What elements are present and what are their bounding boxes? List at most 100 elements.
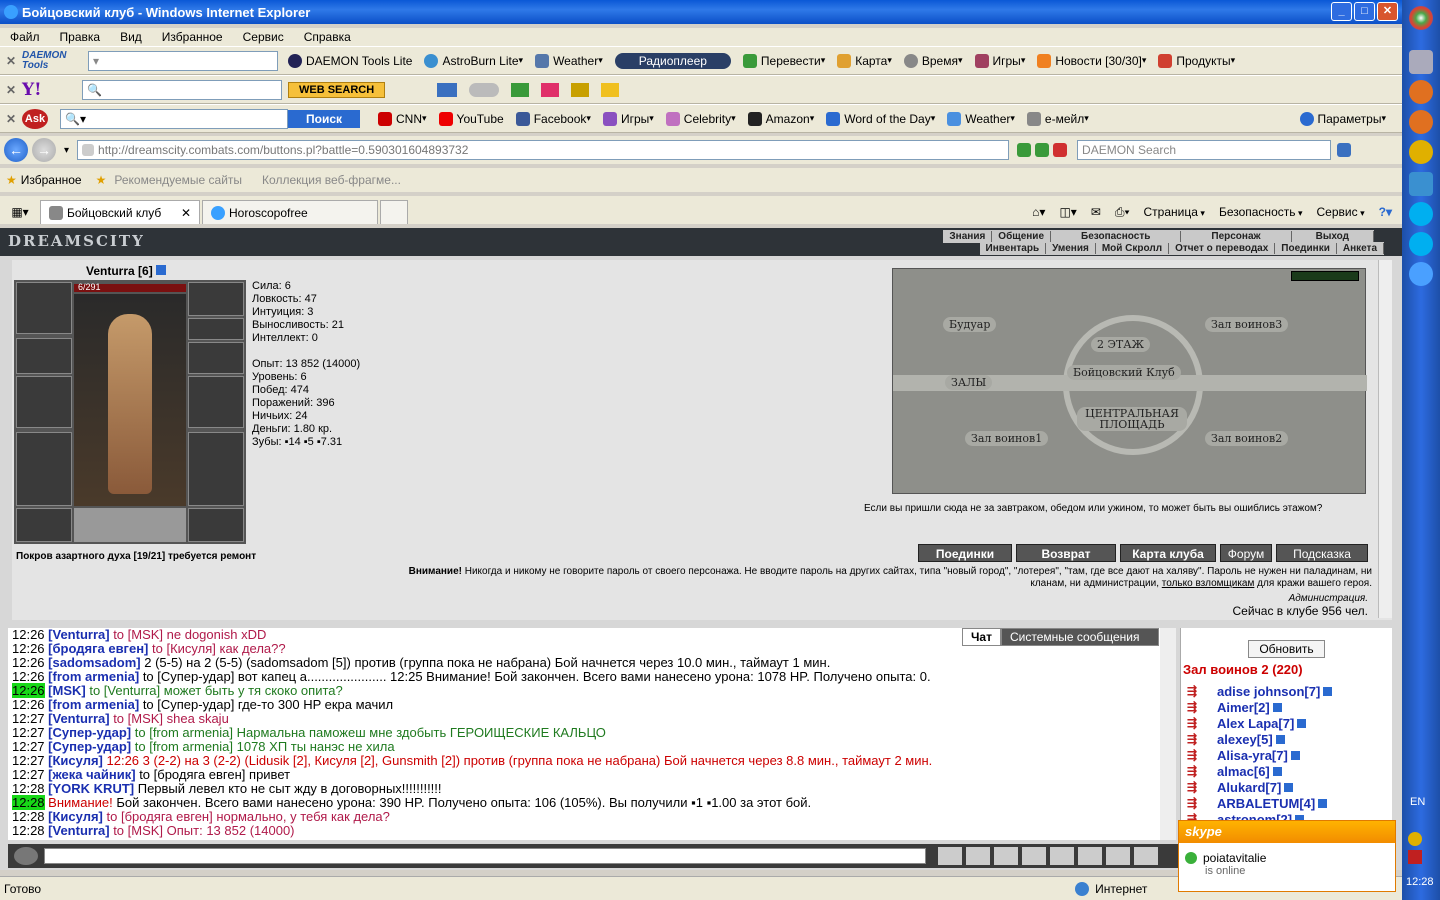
forum-button[interactable]: Форум	[1220, 544, 1272, 562]
tab-horoscope[interactable]: Horoscopofree	[202, 200, 378, 224]
info-icon[interactable]	[1297, 718, 1307, 728]
toolbar-time[interactable]: Время	[903, 53, 963, 68]
slot-runes[interactable]	[74, 508, 186, 542]
emoticon-icon[interactable]	[1134, 847, 1158, 865]
user-name[interactable]: Alex Lapa[7]	[1217, 716, 1294, 731]
toolbar-youtube[interactable]: YouTube	[438, 111, 504, 126]
chat-time[interactable]: 12:28	[12, 823, 45, 838]
fighter-icon[interactable]: ⇶	[1187, 716, 1209, 730]
toolbar-games-ask[interactable]: Игры	[602, 111, 654, 126]
feeds-icon[interactable]: ◫▾	[1059, 205, 1076, 219]
toolbar-products[interactable]: Продукты	[1158, 53, 1235, 68]
info-icon[interactable]	[1275, 734, 1285, 744]
eraser-icon[interactable]	[966, 847, 990, 865]
chat-time[interactable]: 12:27	[12, 725, 45, 740]
tab-system-messages[interactable]: Системные сообщения	[1000, 628, 1159, 646]
tray-smile-icon[interactable]	[1408, 832, 1422, 846]
chat-input[interactable]	[44, 848, 926, 864]
info-icon[interactable]	[1323, 686, 1333, 696]
chat-time[interactable]: 12:28	[12, 781, 45, 796]
toolbar-news[interactable]: Новости [30/30]	[1037, 53, 1146, 68]
slot-amulet[interactable]	[188, 282, 244, 316]
close-toolbar-icon[interactable]: ✕	[0, 112, 22, 126]
chat-nick[interactable]: [sadomsadom]	[48, 655, 140, 670]
chat-nick[interactable]: [Супер-удар]	[48, 725, 131, 740]
firefox-icon[interactable]	[1409, 110, 1433, 134]
chat-nick[interactable]: [from armenia]	[48, 669, 139, 684]
pencil-icon[interactable]	[571, 82, 590, 97]
print-icon[interactable]: ⎙▾	[1115, 205, 1130, 220]
menu-favorites[interactable]: Избранное	[162, 30, 223, 44]
user-name[interactable]: Alukard[7]	[1217, 780, 1281, 795]
chat-nick[interactable]: [from armenia]	[48, 697, 139, 712]
chat-time[interactable]: 12:27	[12, 753, 45, 768]
content-scrollbar[interactable]	[1378, 260, 1392, 618]
cmd-safety[interactable]: Безопасность	[1219, 205, 1303, 219]
user-list-item[interactable]: ⇶ Alex Lapa[7]	[1181, 715, 1392, 731]
send-icon[interactable]	[938, 847, 962, 865]
refresh-icon[interactable]	[1035, 143, 1050, 157]
nav-exit[interactable]: Выход	[1292, 231, 1374, 242]
slot-boots[interactable]	[188, 508, 244, 542]
ie-icon[interactable]	[1409, 262, 1433, 286]
new-tab-button[interactable]	[380, 200, 408, 224]
fav-recommended[interactable]: Рекомендуемые сайты	[114, 173, 242, 187]
toolbar-cnn[interactable]: CNN	[378, 111, 427, 126]
fighter-icon[interactable]: ⇶	[1187, 748, 1209, 762]
user-name[interactable]: Aimer[2]	[1217, 700, 1270, 715]
map-hall2[interactable]: Зал воинов2	[1205, 431, 1289, 446]
user-list-item[interactable]: ⇶ Alisa-yra[7]	[1181, 747, 1392, 763]
chat-time[interactable]: 12:26	[12, 655, 45, 670]
slot-belt[interactable]	[16, 508, 72, 542]
ask-search-button[interactable]: Поиск	[288, 109, 361, 128]
chat-nick[interactable]: [Кисуля]	[48, 809, 103, 824]
skype-icon[interactable]	[1409, 202, 1433, 226]
user-list-item[interactable]: ⇶ ARBALETUM[4]	[1181, 795, 1392, 811]
chat-nick[interactable]: [бродяга евген]	[48, 641, 148, 656]
fighter-icon[interactable]: ⇶	[1187, 764, 1209, 778]
slot-legs[interactable]	[188, 432, 244, 506]
chat-nick[interactable]: [YORK KRUT]	[48, 781, 134, 796]
chat-time[interactable]: 12:28	[12, 809, 45, 824]
user-name[interactable]: alexey[5]	[1217, 732, 1273, 747]
club-map[interactable]: Будуар Зал воинов3 2 ЭТАЖ Бойцовский Клу…	[892, 268, 1367, 494]
skype-notification[interactable]: skype poiatavitalie is online	[1178, 820, 1396, 892]
toolbar-map[interactable]: Карта	[837, 53, 892, 68]
close-toolbar-icon[interactable]: ✕	[0, 54, 22, 68]
yahoo-logo[interactable]: Y!	[22, 80, 70, 100]
fighter-icon[interactable]: ⇶	[1187, 684, 1209, 698]
history-dropdown[interactable]: ▾	[64, 145, 69, 156]
toolbar-celebrity[interactable]: Celebrity	[665, 111, 736, 126]
slot-helmet[interactable]	[16, 282, 72, 334]
toolbar-games[interactable]: Игры	[974, 53, 1026, 68]
minimize-button[interactable]: _	[1331, 2, 1352, 21]
back-button[interactable]: ←	[4, 138, 28, 162]
start-button[interactable]	[1409, 6, 1433, 30]
slot-rings[interactable]	[188, 318, 244, 340]
user-list-item[interactable]: ⇶ almac[6]	[1181, 763, 1392, 779]
info-icon[interactable]	[1284, 782, 1294, 792]
maximize-button[interactable]: □	[1354, 2, 1375, 21]
map-hall1[interactable]: Зал воинов1	[965, 431, 1049, 446]
map-fight-club[interactable]: Бойцовский Клуб	[1067, 365, 1181, 380]
slot-armor[interactable]	[16, 432, 72, 506]
toolbar-params[interactable]: Параметры	[1299, 111, 1387, 126]
daemon-logo[interactable]: DAEMON Tools	[22, 50, 76, 71]
user-name[interactable]: Alisa-yra[7]	[1217, 748, 1288, 763]
forward-button[interactable]: →	[32, 138, 56, 162]
toolbar-radio[interactable]: Радиоплеер	[614, 52, 731, 69]
chat-time[interactable]: 12:26	[12, 669, 45, 684]
finance-icon[interactable]	[511, 82, 530, 97]
map-boudoir[interactable]: Будуар	[943, 317, 997, 332]
ebay-icon[interactable]	[601, 82, 620, 97]
address-field[interactable]: http://dreamscity.combats.com/buttons.pl…	[77, 140, 1010, 160]
tray-alert-icon[interactable]	[1408, 850, 1422, 864]
nav-transfers[interactable]: Отчет о переводах	[1169, 243, 1276, 254]
toolbar-email[interactable]: e-мейл	[1026, 111, 1089, 126]
chat-nick[interactable]: [Venturra]	[48, 823, 109, 838]
info-icon[interactable]	[155, 265, 166, 275]
toolbar-word-of-day[interactable]: Word of the Day	[826, 111, 935, 126]
tools-icon[interactable]	[1078, 847, 1102, 865]
hand-icon[interactable]	[1106, 847, 1130, 865]
nav-inventory[interactable]: Инвентарь	[980, 243, 1047, 254]
